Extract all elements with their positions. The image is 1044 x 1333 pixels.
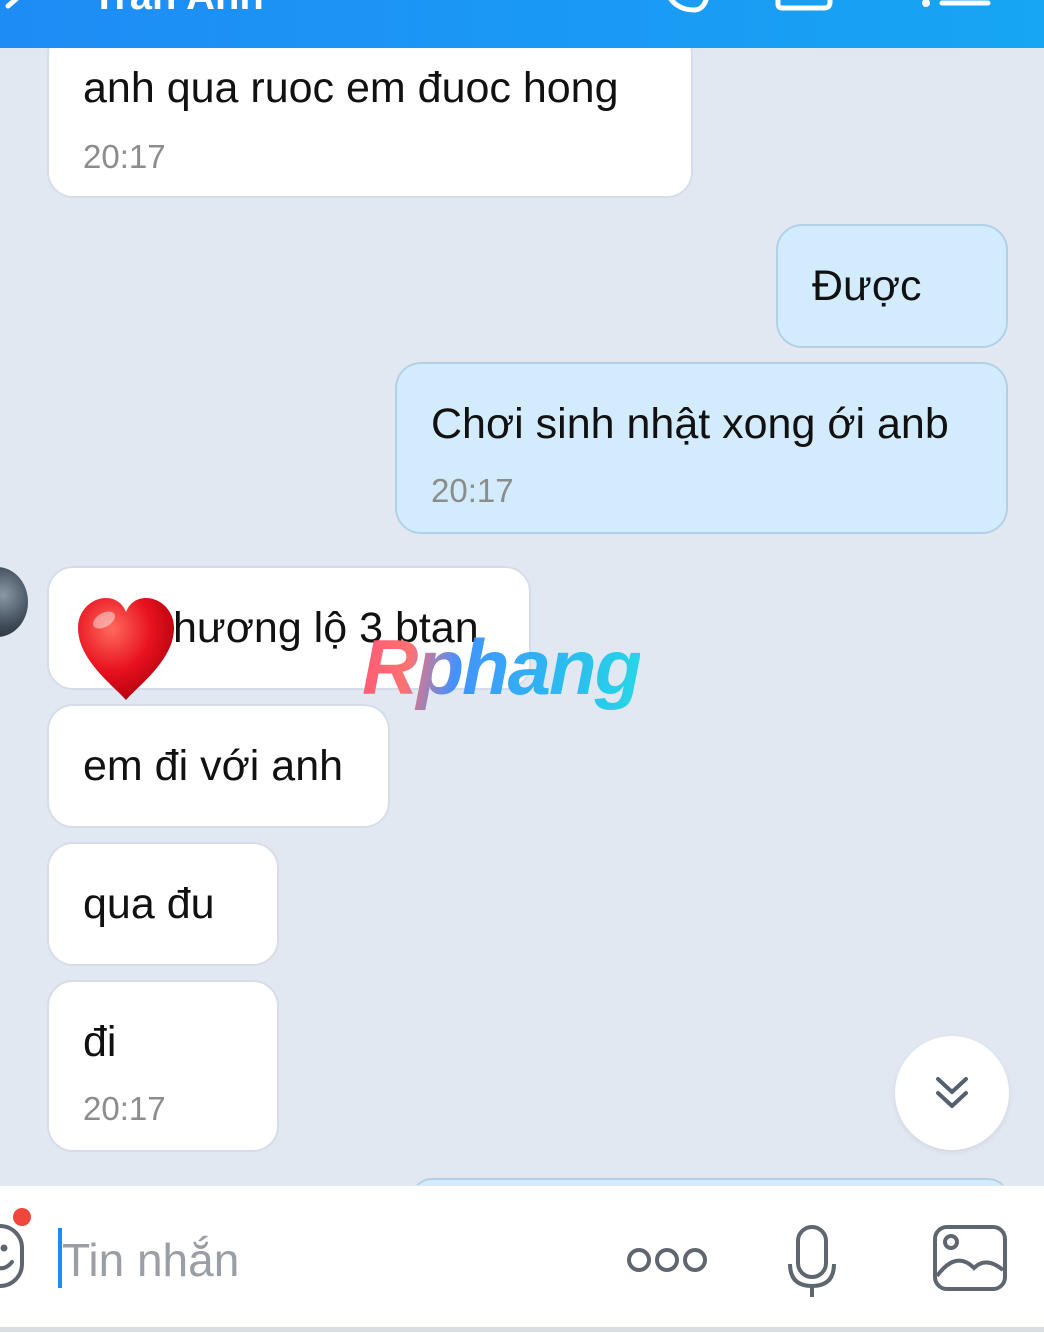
image-icon[interactable] <box>932 1224 1008 1292</box>
watermark-logo: Rphang <box>362 623 642 711</box>
double-chevron-down-icon <box>936 1077 968 1108</box>
list-menu-icon[interactable] <box>912 0 992 48</box>
message-text: đi <box>83 1018 117 1066</box>
message-text: Chơi sinh nhật xong ới anb <box>431 400 949 448</box>
message-text: anh qua ruoc em đuoc hong <box>83 64 619 112</box>
sticker-face-icon[interactable] <box>0 1206 34 1294</box>
chevron-left-icon[interactable] <box>0 0 40 48</box>
home-indicator-divider <box>0 1327 1044 1332</box>
scroll-to-bottom-button[interactable] <box>895 1036 1009 1150</box>
phone-icon[interactable] <box>660 0 720 48</box>
message-composer <box>0 1185 1044 1333</box>
message-time: 20:17 <box>431 472 514 509</box>
message-bubble-incoming[interactable]: anh qua ruoc em đuoc hong 20:17 <box>47 48 693 198</box>
message-bubble-outgoing[interactable]: Chơi sinh nhật xong ới anb 20:17 <box>395 362 1008 534</box>
microphone-icon[interactable] <box>784 1224 840 1300</box>
video-camera-icon[interactable] <box>774 0 838 48</box>
message-list[interactable]: anh qua ruoc em đuoc hong 20:17 Được Chơ… <box>0 48 1044 1185</box>
message-text: em đi với anh <box>83 742 344 790</box>
message-time: 20:17 <box>83 1090 166 1127</box>
message-bubble-outgoing[interactable] <box>410 1178 1010 1185</box>
message-text: qua đu <box>83 880 215 928</box>
chat-header: Trần Anh <box>0 0 1044 48</box>
more-options-icon[interactable] <box>624 1240 712 1280</box>
message-time: 20:17 <box>83 138 166 175</box>
message-bubble-outgoing[interactable]: Được <box>776 224 1008 348</box>
message-bubble-incoming[interactable]: qua đu <box>47 842 279 966</box>
message-bubble-incoming[interactable]: đi 20:17 <box>47 980 279 1152</box>
message-bubble-incoming[interactable]: em đi với anh <box>47 704 390 828</box>
message-input[interactable] <box>62 1232 562 1288</box>
red-heart-icon <box>78 598 174 700</box>
message-text: Được <box>812 262 922 310</box>
contact-name[interactable]: Trần Anh <box>92 0 264 19</box>
avatar[interactable] <box>0 567 28 637</box>
